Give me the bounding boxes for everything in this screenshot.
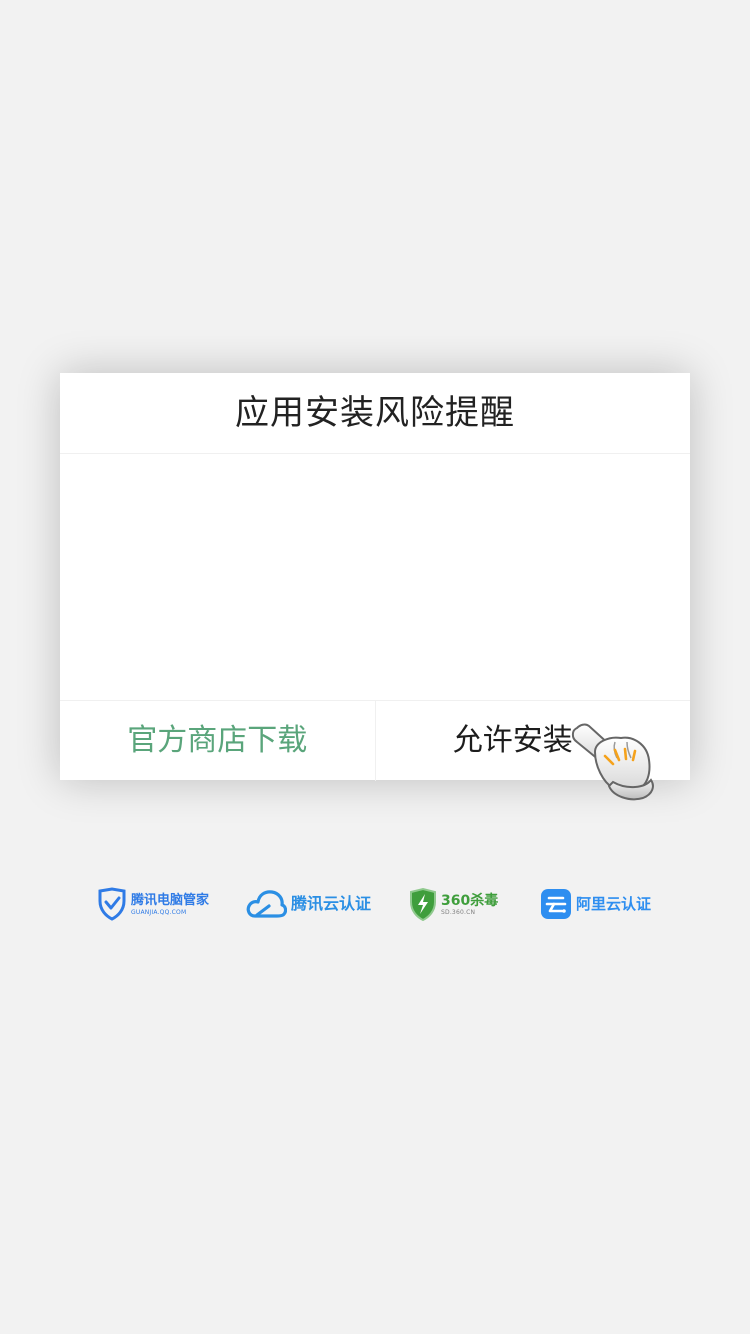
official-store-download-label: 官方商店下载: [127, 723, 308, 758]
dialog-body: [60, 454, 690, 701]
aliyun-badge: 阿里云认证: [540, 884, 651, 924]
tencent-cloud-badge: 腾讯云认证: [245, 884, 371, 924]
aliyun-logo-icon: [541, 889, 571, 919]
shield-check-icon: [98, 887, 126, 921]
cloud-icon: [246, 890, 287, 918]
tencent-guanjia-name: 腾讯电脑管家: [131, 892, 210, 908]
dialog-title: 应用安装风险提醒: [60, 373, 690, 454]
sd360-sub: SD.360.CN: [441, 908, 476, 916]
risk-dialog: 应用安装风险提醒 官方商店下载 允许安装: [60, 373, 690, 781]
allow-install-button[interactable]: 允许安装: [376, 701, 691, 781]
allow-install-label: 允许安装: [452, 723, 573, 758]
shield-bolt-icon: [410, 887, 436, 921]
security-badges: 腾讯电脑管家 GUANJIA.QQ.COM 腾讯云认证 360杀毒 SD.360…: [0, 884, 750, 924]
tencent-guanjia-sub: GUANJIA.QQ.COM: [131, 908, 187, 916]
aliyun-name: 阿里云认证: [576, 895, 652, 913]
official-store-download-button[interactable]: 官方商店下载: [60, 701, 376, 781]
sd360-name: 360杀毒: [441, 892, 499, 909]
sd360-badge: 360杀毒 SD.360.CN: [409, 884, 498, 924]
tencent-guanjia-badge: 腾讯电脑管家 GUANJIA.QQ.COM: [97, 884, 209, 924]
page: 应用安装风险提醒 官方商店下载 允许安装 腾讯电脑管家 GUANJIA.QQ.C…: [0, 0, 750, 1334]
dialog-actions: 官方商店下载 允许安装: [60, 701, 690, 781]
tencent-cloud-name: 腾讯云认证: [291, 894, 372, 913]
